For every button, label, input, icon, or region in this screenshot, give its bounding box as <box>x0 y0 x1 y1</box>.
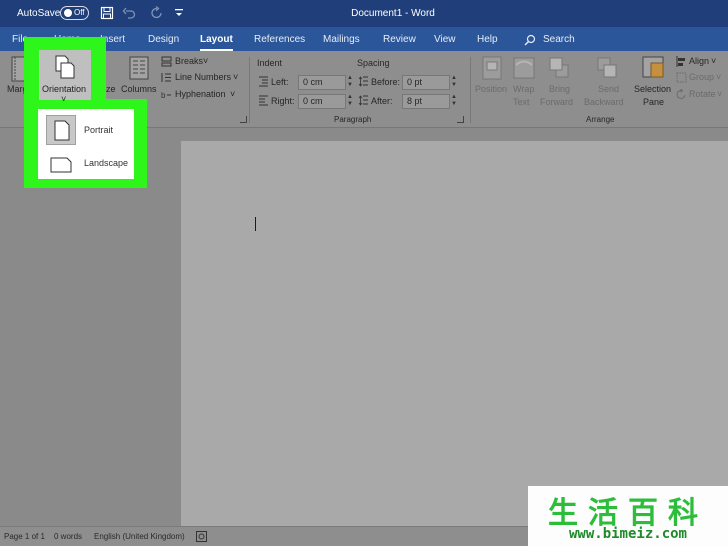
accessibility-icon[interactable] <box>196 531 207 542</box>
indent-title: Indent <box>257 58 283 68</box>
spacing-before-input[interactable]: 0 pt <box>402 75 450 90</box>
orientation-label: Orientation <box>42 84 87 94</box>
hyphenation-button[interactable]: Hyphenation <box>175 89 226 99</box>
spacing-title: Spacing <box>357 58 390 68</box>
indent-left-spinner[interactable]: ▲ ▼ <box>346 75 354 90</box>
line-numbers-icon <box>161 73 171 82</box>
indent-left-input[interactable]: 0 cm <box>298 75 346 90</box>
rotate-chevron-icon[interactable]: ˅ <box>717 89 722 99</box>
indent-right-label: Right: <box>271 96 295 106</box>
spacing-after-icon <box>358 95 368 106</box>
spacing-after-spinner[interactable]: ▲ ▼ <box>450 94 458 109</box>
selection-pane-label-2[interactable]: Pane <box>643 97 664 107</box>
position-label[interactable]: Position <box>475 84 507 94</box>
text-cursor <box>255 217 256 231</box>
orientation-chevron-icon: ˅ <box>61 94 67 104</box>
wrap-text-label-2[interactable]: Text <box>513 97 530 107</box>
portrait-label: Portrait <box>84 125 114 135</box>
wrap-text-label-1[interactable]: Wrap <box>513 84 534 94</box>
columns-icon[interactable] <box>129 56 149 80</box>
tab-mailings[interactable]: Mailings <box>323 34 360 45</box>
breaks-chevron-icon[interactable]: ˅ <box>203 56 208 66</box>
paragraph-group-label: Paragraph <box>334 115 372 124</box>
paragraph-launcher-icon[interactable] <box>457 116 464 123</box>
breaks-icon <box>161 56 172 67</box>
align-chevron-icon[interactable]: ˅ <box>711 56 716 66</box>
language-indicator[interactable]: English (United Kingdom) <box>94 532 185 541</box>
title-bar: AutoSave Off Document1 - Word <box>0 0 728 27</box>
document-title: Document1 - Word <box>351 8 435 19</box>
tab-view[interactable]: View <box>434 34 456 45</box>
spacing-after-label: After: <box>371 96 393 106</box>
search-icon[interactable] <box>524 34 536 46</box>
position-icon[interactable] <box>481 56 503 80</box>
indent-right-input[interactable]: 0 cm <box>298 94 346 109</box>
orientation-button[interactable]: Orientation ˅ <box>39 50 91 104</box>
line-numbers-button[interactable]: Line Numbers <box>175 72 231 82</box>
tab-layout[interactable]: Layout <box>200 34 233 51</box>
page-setup-launcher-icon[interactable] <box>240 116 247 123</box>
watermark: 生活百科 www.bimeiz.com <box>528 486 728 546</box>
selection-pane-icon[interactable] <box>641 55 665 81</box>
orientation-menu: Portrait Landscape <box>38 109 134 179</box>
tab-search[interactable]: Search <box>543 34 575 45</box>
spacing-after-input[interactable]: 8 pt <box>402 94 450 109</box>
svg-text:b: b <box>161 91 166 100</box>
group-button[interactable]: Group <box>689 72 714 82</box>
bring-forward-icon[interactable] <box>548 56 570 80</box>
orientation-icon <box>55 55 75 79</box>
spacing-before-label: Before: <box>371 77 401 87</box>
ribbon-tabs: File Home Insert Design Layout Reference… <box>0 27 728 51</box>
page-count[interactable]: Page 1 of 1 <box>4 532 45 541</box>
landscape-icon <box>46 149 76 179</box>
line-numbers-chevron-icon[interactable]: ˅ <box>233 72 238 82</box>
spacing-before-spinner[interactable]: ▲ ▼ <box>450 75 458 90</box>
align-icon <box>676 56 685 67</box>
portrait-icon <box>46 115 76 145</box>
document-page[interactable] <box>181 141 728 526</box>
group-chevron-icon[interactable]: ˅ <box>716 72 721 82</box>
indent-right-icon <box>259 95 268 106</box>
wrap-text-icon[interactable] <box>513 56 535 80</box>
send-backward-label-2[interactable]: Backward <box>584 97 624 107</box>
indent-right-spinner[interactable]: ▲ ▼ <box>346 94 354 109</box>
watermark-url: www.bimeiz.com <box>568 526 687 542</box>
spacing-before-icon <box>358 76 368 87</box>
portrait-option[interactable]: Portrait <box>38 111 134 145</box>
indent-left-label: Left: <box>271 77 289 87</box>
bring-forward-label-1[interactable]: Bring <box>549 84 570 94</box>
arrange-group-label: Arrange <box>586 115 615 124</box>
group-icon <box>676 72 687 83</box>
tab-review[interactable]: Review <box>383 34 416 45</box>
group-separator <box>470 57 471 123</box>
landscape-label: Landscape <box>84 158 129 168</box>
breaks-button[interactable]: Breaks <box>175 56 203 66</box>
hyphenation-chevron-icon[interactable]: ˅ <box>230 89 235 99</box>
columns-label[interactable]: Columns <box>121 84 157 94</box>
rotate-icon <box>676 89 686 99</box>
bring-forward-label-2[interactable]: Forward <box>540 97 573 107</box>
align-button[interactable]: Align <box>689 56 709 66</box>
tab-references[interactable]: References <box>254 34 305 45</box>
tab-design[interactable]: Design <box>148 34 179 45</box>
send-backward-label-1[interactable]: Send <box>598 84 619 94</box>
hyphenation-icon: b <box>161 91 171 100</box>
rotate-button[interactable]: Rotate <box>689 89 716 99</box>
indent-left-icon <box>259 76 268 87</box>
selection-pane-label-1[interactable]: Selection <box>634 84 671 94</box>
group-separator <box>249 57 250 123</box>
tab-help[interactable]: Help <box>477 34 498 45</box>
send-backward-icon[interactable] <box>596 56 618 80</box>
word-count[interactable]: 0 words <box>54 532 82 541</box>
landscape-option[interactable]: Landscape <box>38 145 134 178</box>
